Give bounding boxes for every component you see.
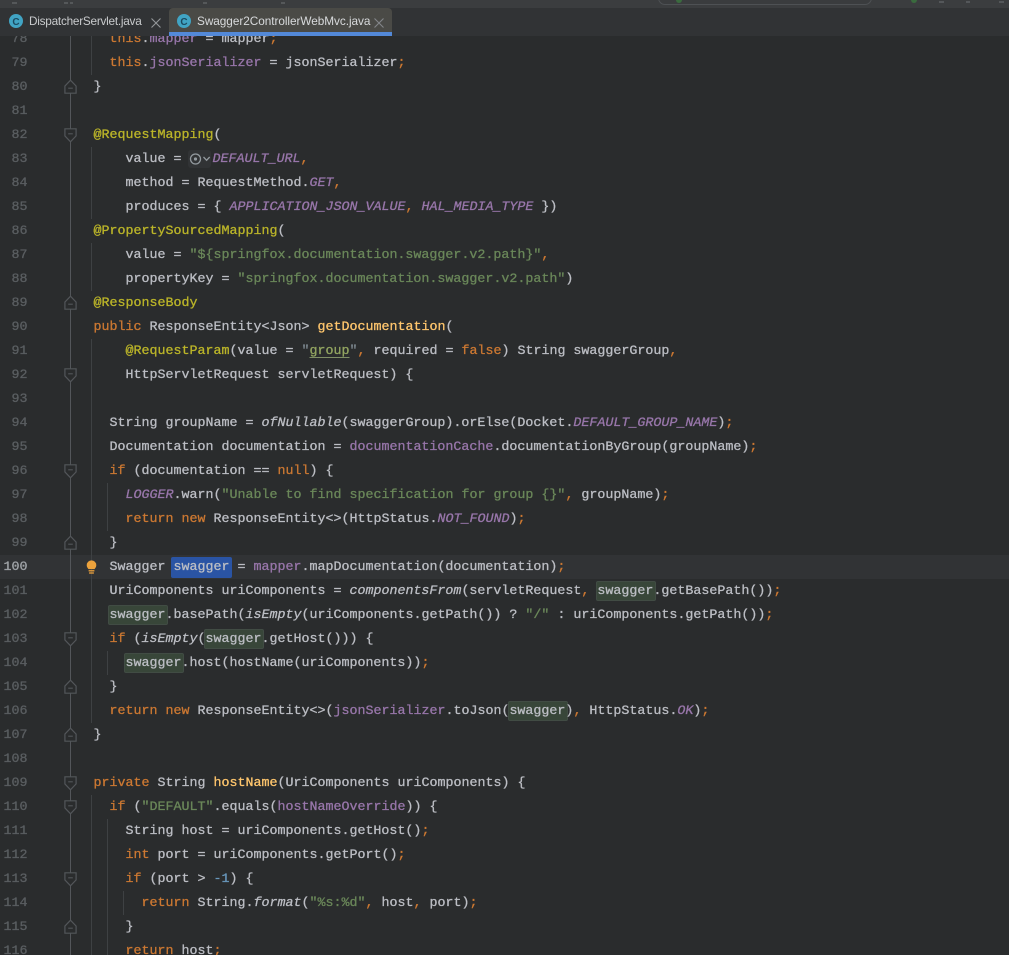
- svg-text:C: C: [180, 17, 187, 28]
- svg-text:C: C: [12, 17, 19, 28]
